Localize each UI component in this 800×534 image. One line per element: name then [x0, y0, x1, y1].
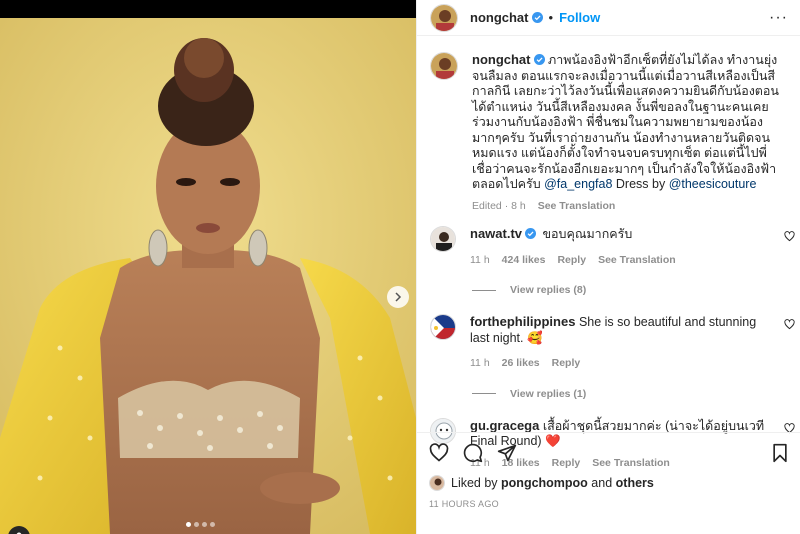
comment-meta: 11 h 26 likes Reply	[470, 356, 771, 372]
photo-illustration	[0, 18, 416, 534]
replies-line	[472, 289, 496, 291]
comment-item: forthephilippines She is so beautiful an…	[417, 314, 800, 372]
share-icon[interactable]	[497, 443, 517, 463]
comment-item: nawat.tv ขอบคุณมากครับ 11 h 424 likes Re…	[417, 226, 800, 268]
carousel-dots	[186, 522, 215, 527]
view-replies-button[interactable]: View replies (1)	[472, 388, 800, 400]
commenter-username[interactable]: gu.gracega	[470, 418, 539, 433]
author-avatar[interactable]	[430, 3, 458, 32]
caption-text: ภาพน้องอิงฟ้าอีกเซ็ตที่ยังไม่ได้ลง ทำงาน…	[472, 53, 779, 191]
bookmark-icon[interactable]	[771, 443, 789, 463]
liked-by: Liked by pongchompoo and others	[429, 475, 789, 491]
commenter-avatar[interactable]	[430, 226, 456, 252]
liked-by-others[interactable]: others	[616, 476, 654, 490]
action-icons	[429, 443, 789, 463]
post-time: 11 HOURS AGO	[429, 499, 499, 509]
comments-list: nongchat ภาพน้องอิงฟ้าอีกเซ็ตที่ยังไม่ได…	[417, 52, 800, 471]
liker-avatar[interactable]	[429, 475, 445, 491]
caption-username[interactable]: nongchat	[472, 52, 531, 67]
see-translation-link[interactable]: See Translation	[598, 253, 676, 269]
verified-badge-icon	[531, 12, 543, 23]
more-options-button[interactable]: ···	[769, 9, 788, 26]
carousel-dot	[194, 522, 199, 527]
comment-icon[interactable]	[463, 443, 483, 463]
header-separator: •	[548, 10, 554, 25]
liked-by-label: Liked by	[451, 476, 502, 490]
commenter-avatar[interactable]	[430, 314, 456, 340]
next-photo-button[interactable]	[387, 286, 409, 308]
comment-time: 11 h	[470, 357, 490, 369]
caption-text-2: Dress by	[612, 177, 669, 191]
carousel-dot	[202, 522, 207, 527]
comment-likes[interactable]: 26 likes	[502, 356, 540, 372]
caption-meta: Edited · 8 h See Translation	[472, 199, 787, 215]
chevron-right-icon	[395, 292, 402, 302]
comment-text: ขอบคุณมากครับ	[542, 227, 633, 241]
post-details-panel: nongchat • Follow ··· nongchat ภาพน้องอิ…	[416, 0, 800, 534]
commenter-username[interactable]: forthephilippines	[470, 314, 575, 329]
verified-badge-icon	[525, 228, 537, 239]
replies-line	[472, 393, 496, 394]
follow-button[interactable]: Follow	[559, 10, 600, 25]
comment-like-icon[interactable]	[784, 319, 795, 330]
post-header: nongchat • Follow ···	[417, 0, 800, 36]
comment-likes[interactable]: 424 likes	[502, 253, 546, 269]
carousel-dot	[210, 522, 215, 527]
view-replies-label[interactable]: View replies (1)	[510, 388, 586, 400]
caption-body: nongchat ภาพน้องอิงฟ้าอีกเซ็ตที่ยังไม่ได…	[472, 52, 787, 214]
reply-button[interactable]: Reply	[557, 253, 586, 269]
comment-body: forthephilippines She is so beautiful an…	[470, 314, 771, 372]
see-translation-link[interactable]: See Translation	[538, 199, 616, 215]
post-actions: Liked by pongchompoo and others 11 HOURS…	[417, 432, 800, 509]
comment-time: 11 h	[470, 253, 490, 266]
mention-link[interactable]: @fa_engfa8	[544, 177, 612, 191]
verified-badge-icon	[533, 54, 545, 65]
edited-time: Edited · 8 h	[472, 199, 526, 212]
comment-like-icon[interactable]	[784, 231, 795, 242]
author-username[interactable]: nongchat	[470, 10, 529, 25]
view-replies-button[interactable]: View replies (8)	[472, 284, 800, 296]
comment-meta: 11 h 424 likes Reply See Translation	[470, 253, 771, 269]
liked-by-user[interactable]: pongchompoo	[501, 476, 588, 490]
post-photo[interactable]	[0, 18, 416, 534]
caption: nongchat ภาพน้องอิงฟ้าอีกเซ็ตที่ยังไม่ได…	[417, 52, 800, 214]
carousel-dot	[186, 522, 191, 527]
reply-button[interactable]: Reply	[552, 356, 581, 372]
heart-icon[interactable]	[429, 443, 449, 463]
liked-and-label: and	[587, 476, 616, 490]
commenter-username[interactable]: nawat.tv	[470, 226, 522, 241]
black-top-bar	[0, 0, 416, 18]
author-avatar[interactable]	[430, 52, 458, 80]
comment-body: nawat.tv ขอบคุณมากครับ 11 h 424 likes Re…	[470, 226, 771, 268]
mention-link[interactable]: @theesicouture	[669, 177, 757, 191]
view-replies-label[interactable]: View replies (8)	[510, 284, 586, 296]
